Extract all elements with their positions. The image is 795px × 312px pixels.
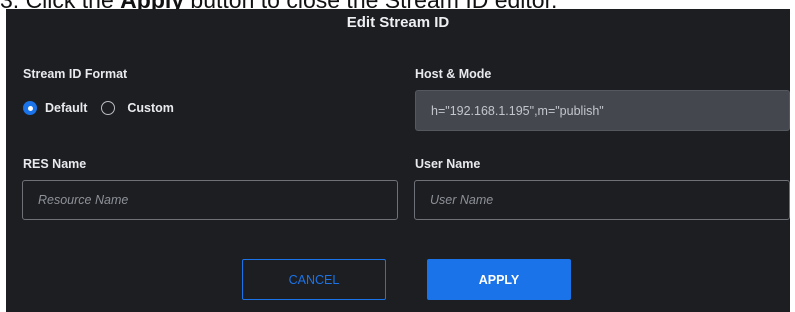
dialog-title: Edit Stream ID <box>346 14 450 31</box>
custom-radio[interactable] <box>101 101 116 115</box>
default-radio-label[interactable]: Default <box>45 101 87 115</box>
host-mode-value: h="192.168.1.195",m="publish" <box>431 103 604 118</box>
res-name-placeholder: Resource Name <box>38 193 129 207</box>
caption-bold-apply: Apply <box>120 0 184 9</box>
res-name-input[interactable]: Resource Name <box>22 180 398 220</box>
custom-radio-label[interactable]: Custom <box>127 101 174 115</box>
caption-suffix: button to close the Stream ID editor. <box>184 0 557 9</box>
host-mode-field: h="192.168.1.195",m="publish" <box>415 90 790 131</box>
user-name-input[interactable]: User Name <box>414 180 790 220</box>
user-name-label: User Name <box>415 157 481 171</box>
caption-prefix: 3. Click the <box>0 0 120 9</box>
stream-id-format-radio-group: Default Custom <box>23 101 174 115</box>
default-radio[interactable] <box>23 101 37 115</box>
edit-stream-id-dialog: Edit Stream ID Stream ID Format Default … <box>6 9 790 312</box>
res-name-label: RES Name <box>23 157 87 171</box>
apply-button[interactable]: APPLY <box>427 259 571 300</box>
stream-id-format-label: Stream ID Format <box>23 67 128 81</box>
host-mode-label: Host & Mode <box>415 67 492 81</box>
instruction-caption: 3. Click the Apply button to close the S… <box>0 0 795 9</box>
user-name-placeholder: User Name <box>430 193 494 207</box>
cancel-button[interactable]: CANCEL <box>242 259 386 300</box>
